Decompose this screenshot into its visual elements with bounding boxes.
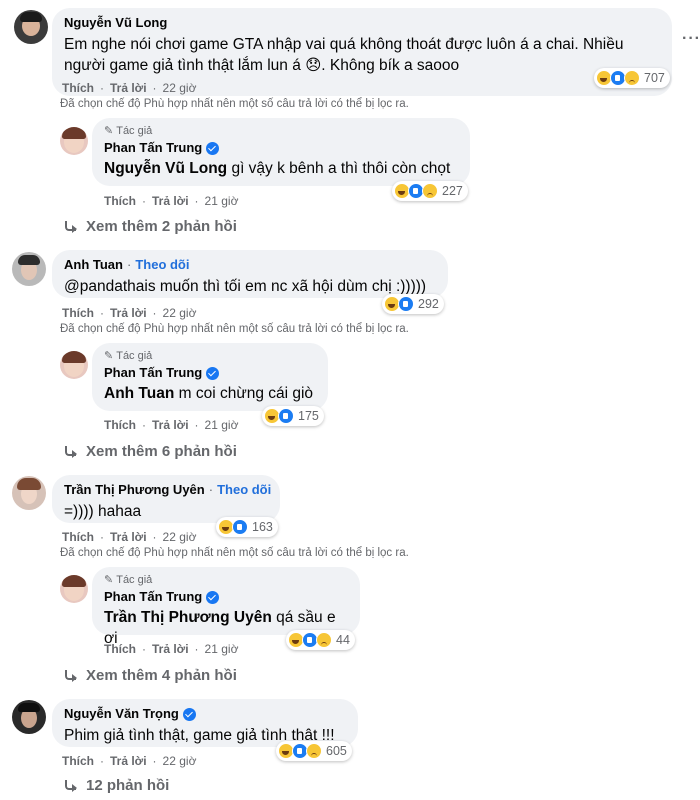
- reply-button[interactable]: Trả lời: [110, 81, 147, 95]
- more-icon[interactable]: ···: [682, 30, 700, 48]
- filter-note: Đã chọn chế độ Phù hợp nhất nên một số c…: [60, 547, 409, 559]
- verified-icon: [206, 590, 220, 604]
- author-badge: Tác giả: [116, 125, 153, 137]
- reaction-count: 227: [442, 184, 463, 198]
- view-more-replies[interactable]: 12 phản hồi: [64, 777, 169, 794]
- sad-icon: [316, 632, 332, 648]
- reply-bubble: ✎ Tác giả Phan Tấn Trung Nguyễn Vũ Long g…: [92, 118, 470, 186]
- avatar[interactable]: [12, 252, 46, 286]
- reaction-count: 175: [298, 409, 319, 423]
- comment-time[interactable]: 22 giờ: [163, 754, 197, 768]
- like-button[interactable]: Thích: [62, 306, 94, 320]
- reaction-summary[interactable]: 227: [392, 181, 468, 201]
- author-badge: Tác giả: [116, 574, 153, 586]
- reply-bubble: ✎ Tác giả Phan Tấn Trung Trần Thị Phương …: [92, 567, 360, 647]
- like-button[interactable]: Thích: [62, 754, 94, 768]
- reply-button[interactable]: Trả lời: [110, 306, 147, 320]
- avatar[interactable]: [60, 575, 88, 603]
- author-badge: Tác giả: [116, 350, 153, 362]
- reply-time[interactable]: 21 giờ: [205, 194, 239, 208]
- comment-author[interactable]: Anh Tuan: [64, 257, 123, 273]
- reaction-summary[interactable]: 163: [216, 517, 278, 537]
- reply-arrow-icon: [64, 445, 78, 458]
- reaction-count: 163: [252, 520, 273, 534]
- verified-icon: [206, 141, 220, 155]
- reaction-count: 605: [326, 744, 347, 758]
- reply-button[interactable]: Trả lời: [152, 642, 189, 656]
- comment-time[interactable]: 22 giờ: [163, 81, 197, 95]
- like-icon: [232, 519, 248, 535]
- filter-note: Đã chọn chế độ Phù hợp nhất nên một số c…: [60, 98, 409, 110]
- reaction-summary[interactable]: 175: [262, 406, 324, 426]
- comment-author[interactable]: Nguyễn Vũ Long: [64, 15, 167, 31]
- pencil-icon: ✎: [104, 125, 114, 137]
- reply-arrow-icon: [64, 220, 78, 233]
- comment-bubble: Anh Tuan · Theo dõi @pandathais muốn thì t…: [52, 250, 448, 298]
- like-button[interactable]: Thích: [104, 194, 136, 208]
- reply-time[interactable]: 21 giờ: [205, 418, 239, 432]
- reply-author[interactable]: Phan Tấn Trung: [104, 140, 202, 156]
- reply-button[interactable]: Trả lời: [152, 194, 189, 208]
- comment-author[interactable]: Nguyễn Văn Trọng: [64, 706, 179, 722]
- pencil-icon: ✎: [104, 574, 114, 586]
- reply-author[interactable]: Phan Tấn Trung: [104, 589, 202, 605]
- like-icon: [278, 408, 294, 424]
- reaction-summary[interactable]: 605: [276, 741, 352, 761]
- view-more-replies[interactable]: Xem thêm 6 phản hồi: [64, 443, 237, 460]
- like-button[interactable]: Thích: [104, 418, 136, 432]
- filter-note: Đã chọn chế độ Phù hợp nhất nên một số c…: [60, 323, 409, 335]
- reply-time[interactable]: 21 giờ: [205, 642, 239, 656]
- comment-author[interactable]: Trần Thị Phương Uyên: [64, 482, 205, 498]
- follow-button[interactable]: Theo dõi: [135, 257, 189, 273]
- avatar[interactable]: [12, 476, 46, 510]
- sad-icon: [306, 743, 322, 759]
- follow-button[interactable]: Theo dõi: [217, 482, 271, 498]
- verified-icon: [206, 366, 220, 380]
- avatar[interactable]: [12, 700, 46, 734]
- reaction-summary[interactable]: 707: [594, 68, 670, 88]
- sad-icon: [624, 70, 640, 86]
- avatar[interactable]: [60, 127, 88, 155]
- view-more-replies[interactable]: Xem thêm 4 phản hồi: [64, 667, 237, 684]
- view-more-replies[interactable]: Xem thêm 2 phản hồi: [64, 218, 237, 235]
- reaction-count: 707: [644, 71, 665, 85]
- like-button[interactable]: Thích: [62, 81, 94, 95]
- avatar[interactable]: [60, 351, 88, 379]
- comment-bubble: Trần Thị Phương Uyên · Theo dõi =)))) haha…: [52, 475, 280, 523]
- like-icon: [398, 296, 414, 312]
- reply-button[interactable]: Trả lời: [110, 754, 147, 768]
- comment-time[interactable]: 22 giờ: [163, 530, 197, 544]
- mention-tag[interactable]: Trần Thị Phương Uyên: [104, 609, 272, 626]
- mention-tag[interactable]: Anh Tuan: [104, 385, 174, 402]
- mention-tag[interactable]: Nguyễn Vũ Long: [104, 160, 227, 177]
- reply-bubble: ✎ Tác giả Phan Tấn Trung Anh Tuan m coi c…: [92, 343, 328, 411]
- reply-button[interactable]: Trả lời: [110, 530, 147, 544]
- reaction-summary[interactable]: 44: [286, 630, 355, 650]
- comment-text: Em nghe nói chơi game GTA nhập vai quá k…: [64, 36, 624, 74]
- reply-button[interactable]: Trả lời: [152, 418, 189, 432]
- comment-time[interactable]: 22 giờ: [163, 306, 197, 320]
- reply-author[interactable]: Phan Tấn Trung: [104, 365, 202, 381]
- like-button[interactable]: Thích: [104, 642, 136, 656]
- verified-icon: [182, 707, 196, 721]
- comment-text: @pandathais muốn thì tối em nc xã hội dù…: [64, 278, 427, 295]
- reply-text: m coi chừng cái giò: [174, 385, 314, 402]
- sad-icon: [422, 183, 438, 199]
- reply-text: gì vậy k bênh a thì thôi còn chọt: [227, 160, 451, 177]
- avatar[interactable]: [14, 10, 48, 44]
- reply-arrow-icon: [64, 779, 78, 792]
- pencil-icon: ✎: [104, 350, 114, 362]
- reaction-count: 292: [418, 297, 439, 311]
- reply-arrow-icon: [64, 669, 78, 682]
- reaction-summary[interactable]: 292: [382, 294, 444, 314]
- reaction-count: 44: [336, 633, 350, 647]
- comment-bubble: Nguyễn Văn Trọng Phim giả tình thật, gam…: [52, 699, 358, 747]
- like-button[interactable]: Thích: [62, 530, 94, 544]
